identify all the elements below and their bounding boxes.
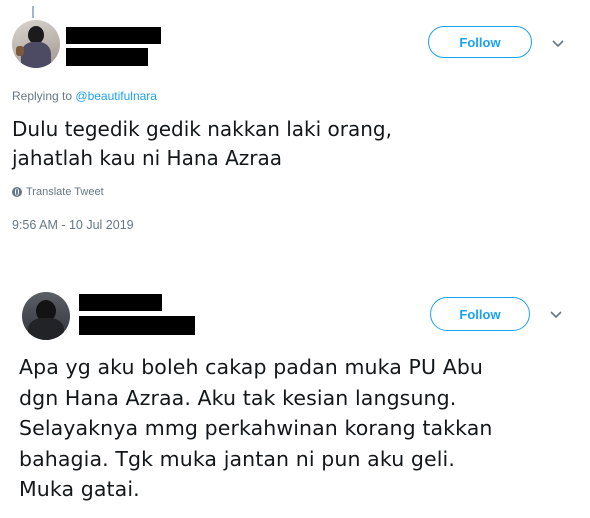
tweet-card: Follow Apa yg aku boleh cakap padan muka… <box>0 283 590 518</box>
tweet-text-line: Dulu tegedik gedik nakkan laki orang, <box>12 117 392 141</box>
tweet-text-line: bahagia. Tgk muka jantan ni pun aku geli… <box>19 446 455 471</box>
redacted-display-name <box>79 294 162 311</box>
chevron-down-icon[interactable] <box>548 307 564 323</box>
avatar[interactable] <box>22 292 70 340</box>
tweet-screenshot: Follow Replying to @beautifulnara Dulu t… <box>0 0 590 518</box>
replying-to: Replying to @beautifulnara <box>12 89 157 103</box>
redacted-username <box>79 316 195 335</box>
replying-to-handle-link[interactable]: @beautifulnara <box>75 89 157 103</box>
tweet-text-line: Apa yg aku boleh cakap padan muka PU Abu <box>19 355 484 379</box>
replying-to-label: Replying to <box>12 89 73 103</box>
redacted-username <box>66 48 148 66</box>
follow-button[interactable]: Follow <box>428 26 532 58</box>
redacted-display-name <box>66 27 161 44</box>
tweet-text-line: Selayaknya mmg perkahwinan korang takkan <box>19 416 493 440</box>
follow-button[interactable]: Follow <box>430 297 530 331</box>
tweet-text-line: jahatlah kau ni Hana Azraa <box>12 146 283 170</box>
globe-icon <box>12 187 22 197</box>
tweet-text: Apa yg aku boleh cakap padan muka PU Abu… <box>19 352 493 505</box>
chevron-down-icon[interactable] <box>550 36 566 52</box>
tweet-card: Follow Replying to @beautifulnara Dulu t… <box>0 0 590 250</box>
avatar[interactable] <box>12 20 60 68</box>
translate-tweet-link[interactable]: Translate Tweet <box>12 186 104 198</box>
tweet-text-line: dgn Hana Azraa. Aku tak kesian langsung. <box>19 385 457 410</box>
translate-tweet-label: Translate Tweet <box>26 186 104 198</box>
tweet-text-line: Muka gatai. <box>19 477 140 501</box>
tweet-timestamp[interactable]: 9:56 AM - 10 Jul 2019 <box>12 218 134 232</box>
thread-connector-line <box>32 6 34 18</box>
tweet-text: Dulu tegedik gedik nakkan laki orang, ja… <box>12 115 392 173</box>
